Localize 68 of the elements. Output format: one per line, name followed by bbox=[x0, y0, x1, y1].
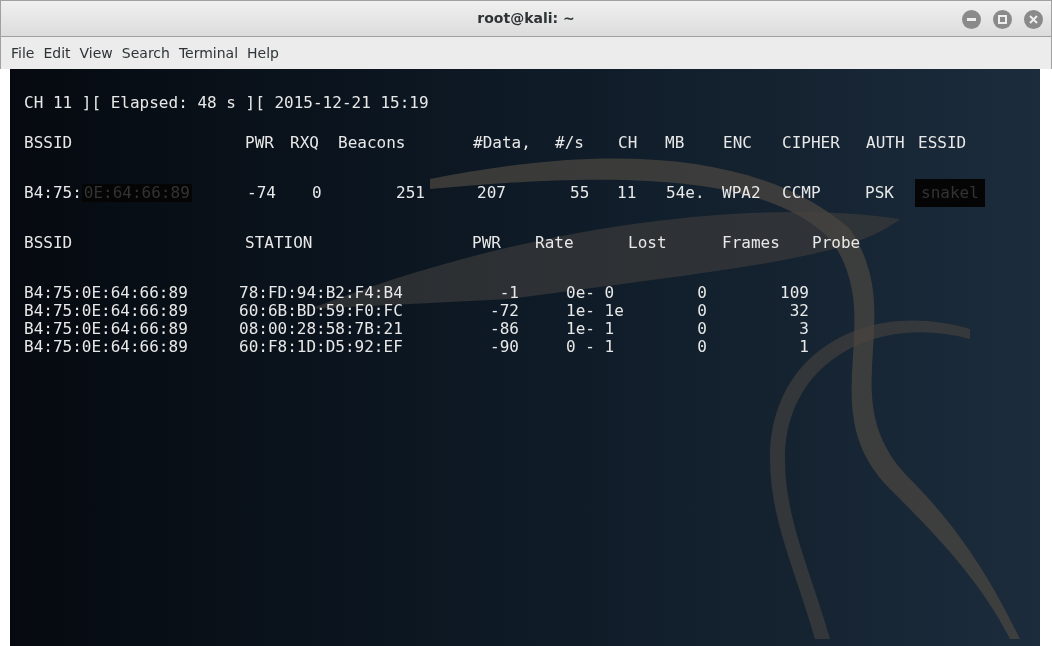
table-cell: 0 bbox=[697, 301, 707, 320]
table-cell: 251 bbox=[396, 183, 425, 202]
menu-item[interactable]: File bbox=[7, 42, 39, 64]
menu-item[interactable]: View bbox=[75, 42, 117, 64]
table-cell: 1e- 1 bbox=[566, 319, 615, 338]
table-cell: 78:FD:94:B2:F4:B4 bbox=[239, 283, 403, 302]
table-cell: -1 bbox=[499, 283, 519, 302]
table-cell: 1 bbox=[799, 337, 809, 356]
table-cell: 32 bbox=[789, 301, 809, 320]
column-header: Beacons bbox=[338, 134, 407, 152]
minimize-button[interactable] bbox=[962, 10, 981, 29]
menu-item[interactable]: Help bbox=[243, 42, 283, 64]
table-cell: 0 - 1 bbox=[566, 337, 615, 356]
column-header: RXQ bbox=[290, 134, 320, 152]
column-header: #Data, bbox=[473, 134, 532, 152]
table-cell: -72 bbox=[490, 301, 519, 320]
table-cell: -90 bbox=[490, 337, 519, 356]
column-header: CIPHER bbox=[782, 134, 841, 152]
table-cell: 207 bbox=[477, 183, 506, 202]
table-cell: 109 bbox=[780, 283, 809, 302]
column-header: #/s bbox=[555, 134, 585, 152]
column-header: CH bbox=[618, 134, 639, 152]
table-cell: 0 bbox=[312, 183, 322, 202]
table-cell: 54e. bbox=[666, 183, 705, 202]
column-header: ENC bbox=[723, 134, 753, 152]
table-cell: -74 bbox=[247, 183, 276, 202]
maximize-icon bbox=[998, 15, 1007, 24]
menu-item[interactable]: Edit bbox=[39, 42, 75, 64]
table-cell: PSK bbox=[865, 183, 894, 202]
close-icon bbox=[1029, 15, 1038, 24]
column-header: PWR bbox=[245, 134, 275, 152]
table-cell: 55 bbox=[570, 183, 590, 202]
table-cell: WPA2 bbox=[722, 183, 761, 202]
table-cell: B4:75:0E:64:66:89 bbox=[24, 301, 188, 320]
column-header: Lost bbox=[628, 233, 667, 252]
column-header: ESSID bbox=[918, 134, 968, 152]
minimize-icon bbox=[967, 18, 976, 21]
table-cell: 0 bbox=[697, 319, 707, 338]
table-cell: 08:00:28:58:7B:21 bbox=[239, 319, 403, 338]
table-cell: B4:75:0E:64:66:89 bbox=[24, 337, 188, 356]
column-header: STATION bbox=[245, 233, 313, 252]
table-cell: 0e- 0 bbox=[566, 283, 615, 302]
column-header: BSSID bbox=[24, 233, 73, 252]
table-cell: 60:F8:1D:D5:92:EF bbox=[239, 337, 403, 356]
table-cell: 0 bbox=[697, 283, 707, 302]
status-line: CH 11 ][ Elapsed: 48 s ][ 2015-12-21 15:19 bbox=[24, 94, 429, 112]
maximize-button[interactable] bbox=[993, 10, 1012, 29]
table-cell: 0 bbox=[697, 337, 707, 356]
table-cell: B4:75:0E:64:66:89 bbox=[24, 319, 188, 338]
column-header: BSSID bbox=[24, 134, 74, 152]
column-header: AUTH bbox=[866, 134, 906, 152]
table-cell: -86 bbox=[490, 319, 519, 338]
close-button[interactable] bbox=[1024, 10, 1043, 29]
column-header: Probe bbox=[812, 233, 861, 252]
table-cell: 3 bbox=[799, 319, 809, 338]
column-header: Rate bbox=[535, 233, 574, 252]
table-cell: B4:75:0E:64:66:89 bbox=[24, 283, 188, 302]
menu-item[interactable]: Terminal bbox=[174, 42, 243, 64]
table-cell: B4:75: bbox=[24, 184, 82, 202]
column-header: PWR bbox=[472, 233, 501, 252]
menu-item[interactable]: Search bbox=[117, 42, 174, 64]
table-cell: 1e- 1e bbox=[566, 301, 624, 320]
column-header: Frames bbox=[722, 233, 780, 252]
column-header: MB bbox=[665, 134, 686, 152]
window-title: root@kali: ~ bbox=[477, 9, 575, 28]
table-cell: 11 bbox=[617, 183, 637, 202]
table-cell: 60:6B:BD:59:F0:FC bbox=[239, 301, 403, 320]
table-cell: CCMP bbox=[782, 183, 821, 202]
